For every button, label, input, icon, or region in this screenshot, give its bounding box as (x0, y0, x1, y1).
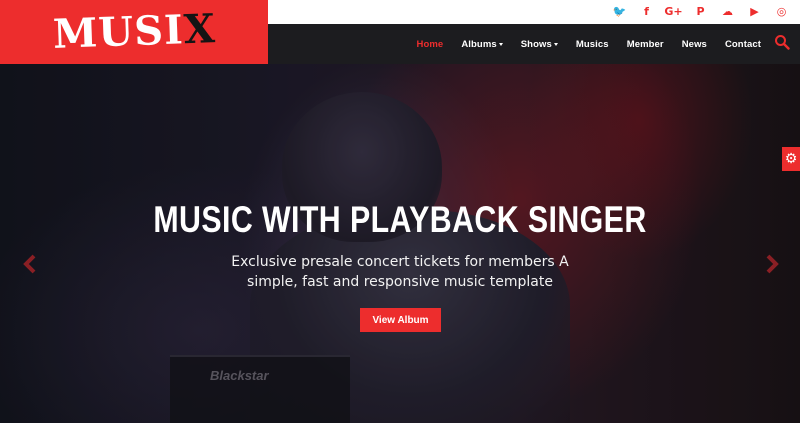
caret-down-icon (553, 43, 558, 46)
caret-down-icon (498, 43, 503, 46)
settings-gear-button[interactable]: ⚙ (782, 147, 800, 171)
nav-item-label: Musics (575, 38, 609, 50)
nav-item-musics[interactable]: Musics (567, 39, 618, 50)
twitter-icon: 🐦 (612, 5, 627, 18)
nav-item-member[interactable]: Member (618, 39, 673, 50)
soundcloud-icon: ☁ (722, 5, 733, 18)
social-links: 🐦 f G+ P ☁ ▶ ◎ (609, 1, 792, 22)
facebook-button[interactable]: f (636, 1, 657, 22)
nav-item-label: News (681, 38, 707, 50)
main-nav: Home Albums Shows Musics Member News Contact (408, 24, 770, 64)
nav-item-home[interactable]: Home (408, 39, 453, 50)
youtube-button[interactable]: ▶ (744, 1, 765, 22)
hero-subtitle: Exclusive presale concert tickets for me… (231, 254, 569, 290)
nav-item-shows[interactable]: Shows (512, 39, 567, 50)
youtube-icon: ▶ (750, 5, 759, 18)
main-navbar: Home Albums Shows Musics Member News Contact (268, 24, 800, 64)
google-plus-button[interactable]: G+ (663, 1, 684, 22)
hero-title: MUSIC WITH PLAYBACK SINGER (153, 199, 647, 240)
google-plus-icon: G+ (664, 5, 683, 18)
twitter-button[interactable]: 🐦 (609, 1, 630, 22)
pinterest-icon: P (696, 5, 705, 18)
chevron-right-icon (766, 254, 779, 274)
facebook-icon: f (644, 5, 649, 18)
chevron-left-icon (23, 254, 36, 274)
nav-item-label: Shows (520, 38, 552, 50)
nav-item-label: Albums (461, 38, 497, 50)
view-album-button[interactable]: View Album (360, 308, 441, 332)
logo[interactable]: MUSIX (0, 0, 268, 64)
pinterest-button[interactable]: P (690, 1, 711, 22)
nav-item-label: Contact (724, 38, 761, 50)
soundcloud-button[interactable]: ☁ (717, 1, 738, 22)
gear-icon: ⚙ (784, 151, 798, 167)
nav-item-label: Member (626, 38, 664, 50)
instagram-button[interactable]: ◎ (771, 1, 792, 22)
logo-main-text: MUSI (51, 6, 185, 58)
nav-item-albums[interactable]: Albums (452, 39, 511, 50)
nav-item-contact[interactable]: Contact (716, 39, 770, 50)
instagram-icon: ◎ (776, 5, 787, 18)
slider-next-button[interactable] (762, 252, 782, 276)
logo-accent-text: X (182, 5, 217, 54)
search-icon[interactable] (774, 34, 790, 50)
nav-item-news[interactable]: News (673, 39, 716, 50)
nav-item-label: Home (416, 38, 444, 50)
slider-prev-button[interactable] (20, 252, 40, 276)
top-bar: 🐦 f G+ P ☁ ▶ ◎ (268, 0, 800, 24)
